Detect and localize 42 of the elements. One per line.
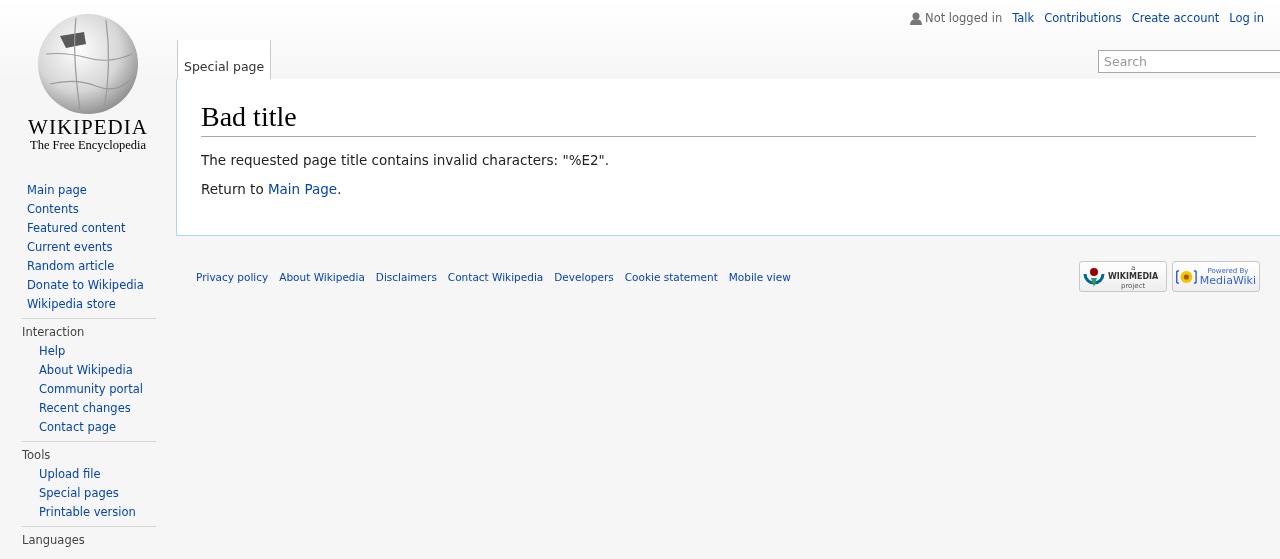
- nav-link[interactable]: Main page: [27, 181, 87, 200]
- page-tab[interactable]: Special page: [177, 40, 272, 80]
- user-icon: [910, 11, 923, 25]
- nav-link[interactable]: Current events: [27, 238, 113, 257]
- paragraph: Return to Main Page.: [201, 180, 343, 199]
- personal-link[interactable]: Talk: [1012, 11, 1035, 25]
- footer-link[interactable]: Privacy policy: [196, 271, 269, 285]
- nav-link[interactable]: Upload file: [39, 465, 101, 484]
- nav-link[interactable]: Wikipedia store: [27, 295, 116, 314]
- badge-text: MediaWiki: [1199, 274, 1256, 287]
- badge-text: WIKIMEDIA: [1108, 271, 1159, 282]
- wikimedia-logo-icon: [1083, 265, 1105, 288]
- footer-link[interactable]: Contact Wikipedia: [447, 271, 544, 285]
- wordmark: WIKIPEDIA: [28, 116, 148, 138]
- nav-link[interactable]: Recent changes: [39, 399, 131, 418]
- portal-heading: Interaction: [22, 324, 85, 340]
- portal-heading: Tools: [22, 447, 51, 463]
- footer-link[interactable]: Cookie statement: [624, 271, 718, 285]
- search-field[interactable]: Search: [1098, 50, 1280, 73]
- personal-link[interactable]: Contributions: [1044, 11, 1122, 25]
- page-title: Bad title: [201, 99, 1256, 137]
- footer-link[interactable]: About Wikipedia: [279, 271, 365, 285]
- personal-link[interactable]: Log in: [1229, 11, 1264, 25]
- nav-link[interactable]: Community portal: [39, 380, 144, 399]
- paragraph: The requested page title contains invalid characters: "%E2".: [201, 151, 611, 170]
- nav-link[interactable]: Help: [39, 342, 66, 361]
- nav-link[interactable]: Printable version: [39, 503, 136, 522]
- nav-link[interactable]: Contents: [27, 200, 79, 219]
- footer-link[interactable]: Developers: [554, 271, 614, 285]
- nav-link[interactable]: Featured content: [27, 219, 126, 238]
- nav-link[interactable]: Special pages: [39, 484, 119, 503]
- footer-link[interactable]: Disclaimers: [375, 271, 437, 285]
- personal-link[interactable]: Create account: [1131, 11, 1220, 25]
- nav-link[interactable]: Random article: [27, 257, 115, 276]
- tagline: The Free Encyclopedia: [30, 138, 146, 152]
- nav-link[interactable]: About Wikipedia: [39, 361, 133, 380]
- nav-link[interactable]: Donate to Wikipedia: [27, 276, 144, 295]
- nav-link[interactable]: Contact page: [39, 418, 117, 437]
- portal-heading: Languages: [22, 532, 85, 548]
- main-page-link[interactable]: Main Page: [267, 181, 338, 197]
- footer-link[interactable]: Mobile view: [728, 271, 791, 285]
- login-status: Not logged in: [925, 11, 1003, 25]
